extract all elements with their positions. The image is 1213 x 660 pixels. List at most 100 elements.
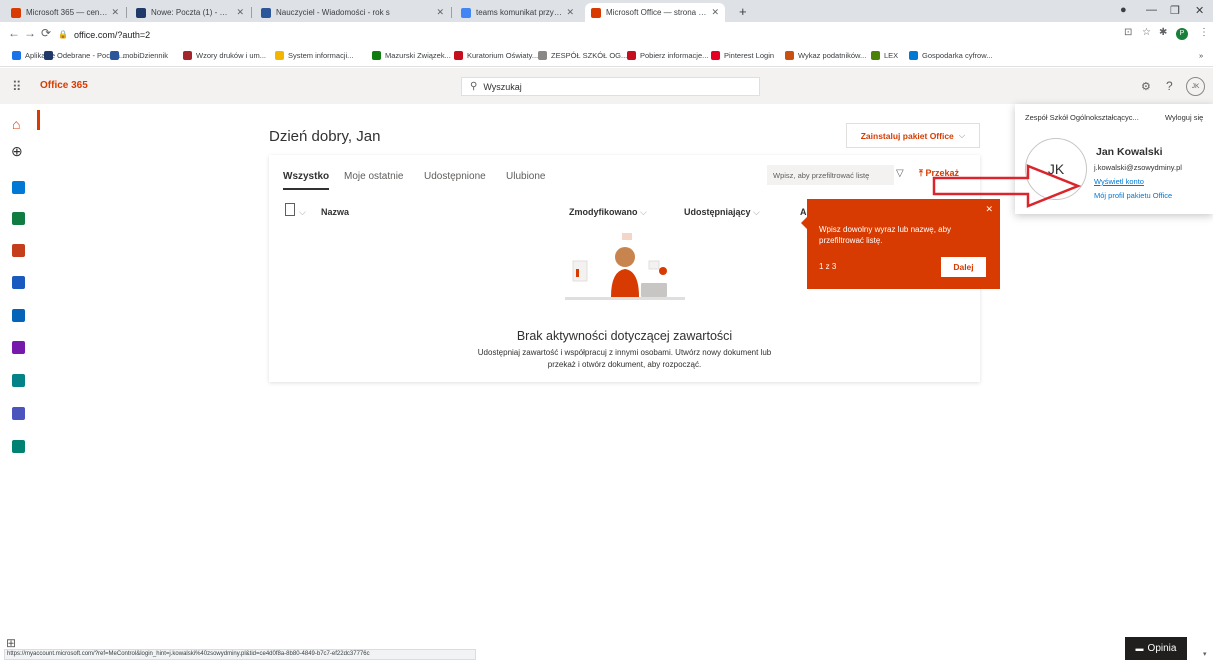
sort-chevron-icon[interactable]: ⌵ [299,207,306,218]
column-header-activity[interactable]: A [800,207,807,217]
bookmark-item[interactable]: Wzory druków i um... [183,51,266,60]
powerpoint-app-icon[interactable] [12,244,25,257]
bookmark-item[interactable]: Pinterest Login [711,51,774,60]
bookmark-item[interactable]: Mazurski Związek... [372,51,451,60]
view-account-link[interactable]: Wyświetl konto [1094,177,1144,186]
bookmark-favicon-icon [785,51,794,60]
onenote-app-icon[interactable] [12,341,25,354]
bookmark-favicon-icon [627,51,636,60]
column-header-sharer[interactable]: Udostępniający ⌵ [684,207,760,218]
filter-input[interactable]: Wpisz, aby przefiltrować listę [767,165,894,185]
close-tab-icon[interactable]: ✕ [236,7,244,18]
bookmark-favicon-icon [711,51,720,60]
home-icon[interactable]: ⌂ [12,116,20,132]
bookmark-favicon-icon [183,51,192,60]
reload-icon[interactable]: ⟳ [41,26,51,40]
back-icon[interactable]: ← [8,26,20,40]
restore-icon[interactable]: ❐ [1170,4,1180,17]
tab-all[interactable]: Wszystko [283,171,329,182]
sharepoint-app-icon[interactable] [12,374,25,387]
tab-separator [251,7,252,18]
browser-tab[interactable]: Nowe: Poczta (1) - Poczta w Inter✕ [130,3,250,22]
tab-shared[interactable]: Udostępnione [424,171,486,182]
app-launcher-waffle-icon[interactable]: ⠿ [12,79,22,95]
bookmark-item[interactable]: ZESPÓŁ SZKÓŁ OG... [538,51,627,60]
close-tab-icon[interactable]: ✕ [566,7,574,18]
close-window-icon[interactable]: ✕ [1195,4,1204,17]
feedback-button[interactable]: ▬ Opinia [1125,637,1187,660]
minimize-icon[interactable]: — [1146,4,1157,16]
create-new-icon[interactable]: ⊕ [11,143,23,160]
bookmark-item[interactable]: Wykaz podatników... [785,51,866,60]
browser-tab[interactable]: Microsoft 365 — centrum admini ✕ [5,3,125,22]
search-placeholder: Wyszukaj [483,81,522,92]
sign-out-link[interactable]: Wyloguj się [1165,113,1203,122]
outlook-app-icon[interactable] [12,181,25,194]
column-modified-label: Zmodyfikowano [569,207,638,217]
address-bar[interactable]: 🔒 office.com/?auth=2 [58,25,1158,44]
close-tab-icon[interactable]: ✕ [711,7,719,18]
bookmark-label: mobiDziennik [123,51,169,60]
bookmark-item[interactable]: mobiDziennik [110,51,168,60]
tab-favorites[interactable]: Ulubione [506,171,545,182]
column-header-modified[interactable]: Zmodyfikowano ⌵ [569,207,647,218]
extension-puzzle-icon[interactable]: ✱ [1159,27,1167,38]
person-hair-shape [615,247,635,267]
browser-tab[interactable]: Microsoft Office — strona główn ✕ [585,3,725,22]
my-office-profile-link[interactable]: Mój profil pakietu Office [1094,191,1172,200]
install-office-button[interactable]: Zainstaluj pakiet Office ⌵ [846,123,980,148]
tab-recent[interactable]: Moje ostatnie [344,171,403,182]
upload-icon: ⤒ [919,168,923,178]
bookmark-item[interactable]: System informacji... [275,51,353,60]
filter-icon[interactable]: ▽ [896,168,904,179]
browser-tab[interactable]: teams komunikat przypomnij za✕ [455,3,580,22]
forward-icon[interactable]: → [24,26,36,40]
bubble-text: Wpisz dowolny wyraz lub nazwę, aby przef… [819,225,952,245]
bottom-left-grid-icon[interactable]: ⊞ [6,636,16,650]
browser-tab-strip: Microsoft 365 — centrum admini✕ Nowe: Poc… [0,0,1213,22]
bookmark-label: Pobierz informacje... [640,51,709,60]
bookmarks-more-icon[interactable]: » [1199,51,1203,60]
browser-menu-icon[interactable]: ⋮ [1199,27,1209,38]
bookmark-item[interactable]: LEX [871,51,898,60]
excel-app-icon[interactable] [12,212,25,225]
office-brand-link[interactable]: Office 365 [40,80,88,91]
left-app-rail: ⌂ ⊕ [0,104,40,639]
teams-app-icon[interactable] [12,407,25,420]
close-tab-icon[interactable]: ✕ [111,7,119,18]
sway-app-icon[interactable] [12,440,25,453]
bookmark-favicon-icon [275,51,284,60]
close-tab-icon[interactable]: ✕ [436,7,444,18]
tab-title: Nauczyciel - Wiadomości - rok s [276,8,390,17]
bookmark-item[interactable]: Kuratorium Oświaty... [454,51,538,60]
status-bar-url: https://myaccount.microsoft.com/?ref=MeC… [4,649,476,660]
bookmark-star-icon[interactable]: ☆ [1142,27,1151,38]
chevron-down-icon: ⌵ [958,130,966,140]
search-box[interactable]: ⚲ Wyszukaj [461,77,760,96]
extensions-icon[interactable]: ● [1120,4,1127,16]
onedrive-app-icon[interactable] [12,309,25,322]
new-tab-button[interactable]: + [739,4,747,19]
word-app-icon[interactable] [12,276,25,289]
settings-gear-icon[interactable]: ⚙ [1141,80,1151,93]
bookmark-favicon-icon [110,51,119,60]
column-sharer-label: Udostępniający [684,207,751,217]
translate-icon[interactable]: ⊡ [1124,27,1132,38]
browser-profile-avatar[interactable]: P [1176,28,1188,40]
help-icon[interactable]: ? [1166,79,1173,93]
bookmark-label: Kuratorium Oświaty... [467,51,539,60]
column-header-name[interactable]: Nazwa [321,207,349,217]
me-control-avatar[interactable]: JK [1186,77,1205,96]
office-header: ⠿ Office 365 ⚲ Wyszukaj ⚙ ? JK [0,68,1213,104]
bookmarks-bar: Aplikacje Odebrane - Poczta... mobiDzienni… [0,47,1213,67]
tab-separator [126,7,127,18]
tab-title: Nowe: Poczta (1) - Poczta w Inter [151,8,233,17]
bookmark-item[interactable]: Gospodarka cyfrow... [909,51,992,60]
scroll-down-icon[interactable]: ▾ [1203,650,1207,658]
browser-tab[interactable]: Nauczyciel - Wiadomości - rok s ✕ [255,3,450,22]
feedback-icon: ▬ [1135,644,1144,653]
chevron-down-icon: ⌵ [640,207,647,217]
bookmark-favicon-icon [12,51,21,60]
next-button[interactable]: Dalej [941,257,986,277]
bookmark-item[interactable]: Pobierz informacje... [627,51,708,60]
